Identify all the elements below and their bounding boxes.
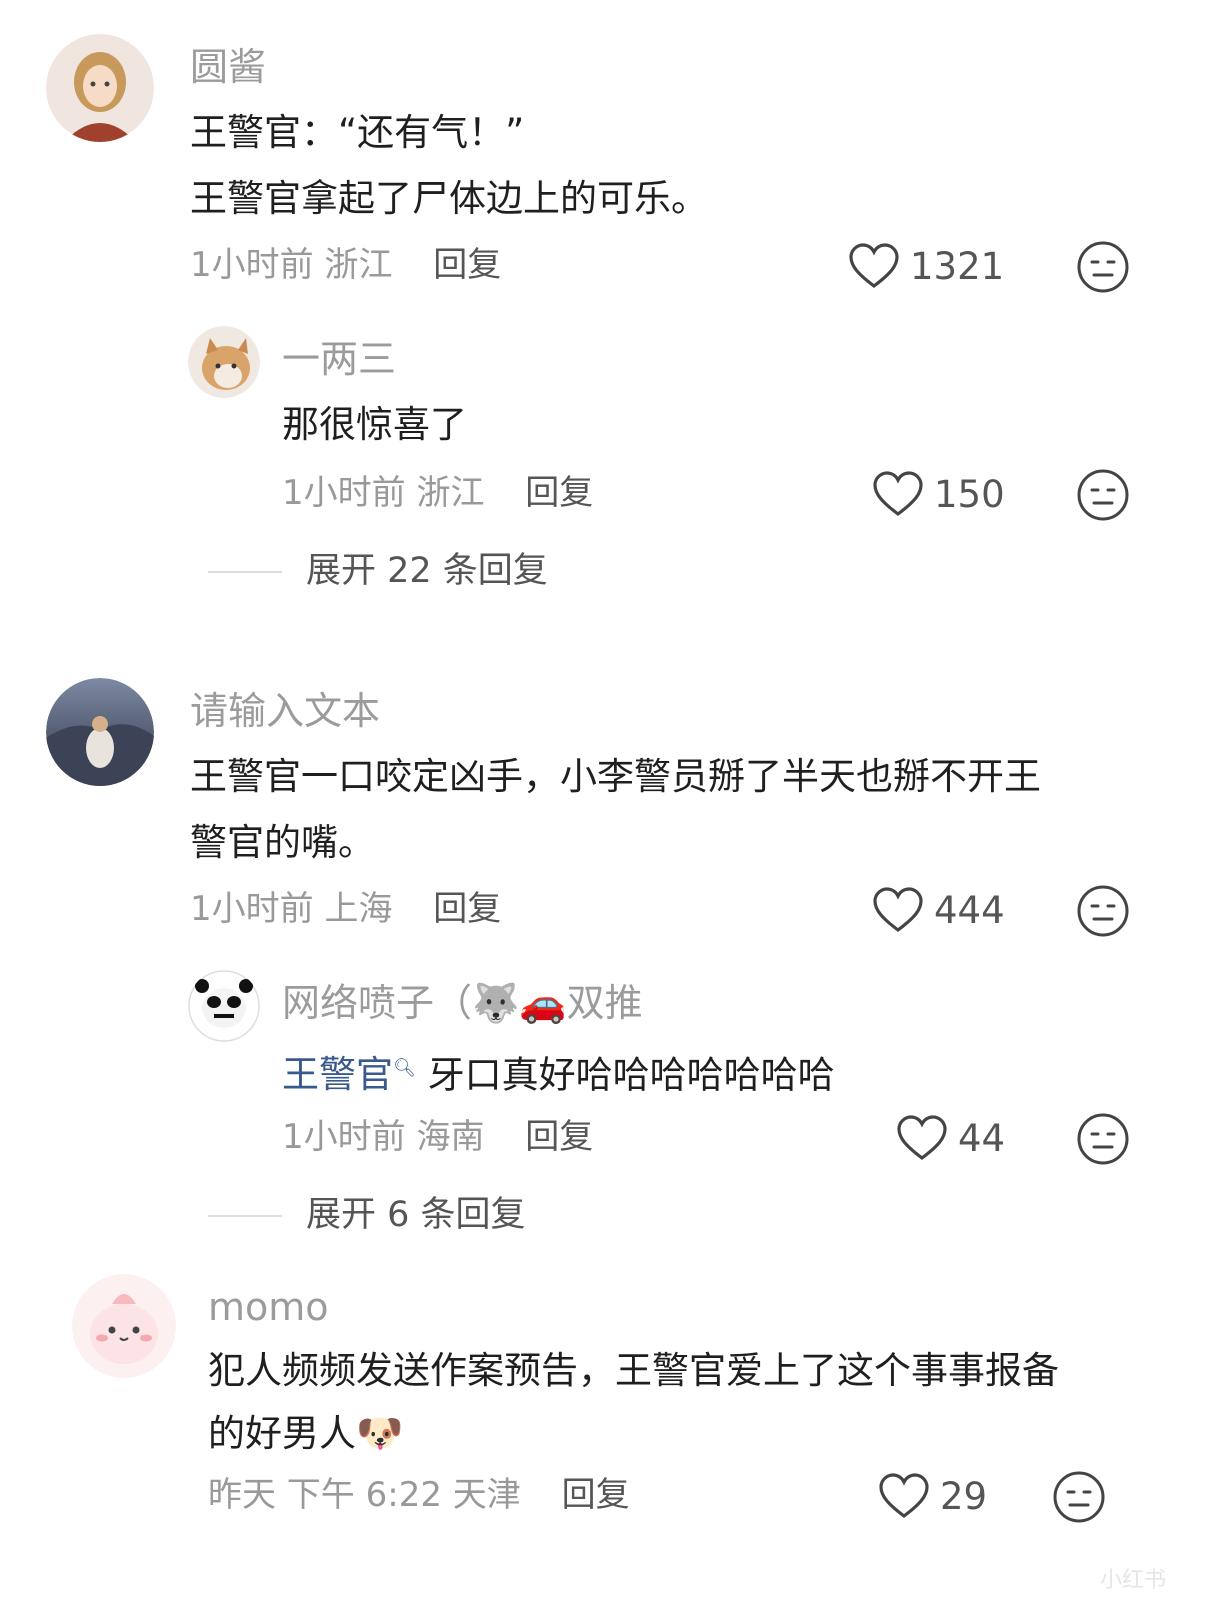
car-emoji: 🚗 [519,981,567,1025]
heart-outline-icon [897,1115,947,1161]
avatar[interactable] [46,34,154,142]
timestamp: 昨天 下午 6:22 [208,1475,442,1515]
comment-meta: 1小时前 上海 回复 [190,892,501,926]
reply-username[interactable]: 网络喷子（🐺🚗双推 [282,984,643,1022]
username[interactable]: 请输入文本 [190,692,380,730]
comment-text-line-1: 王警官一口咬定凶手，小李警员掰了半天也掰不开王 [190,755,1041,798]
search-icon: 🔍︎ [393,1058,416,1079]
dog-emoji: 🐶 [356,1411,404,1455]
like-count: 1321 [910,244,1005,288]
comment-text-line-1: 犯人频频发送作案预告，王警官爱上了这个事事报备 [208,1349,1059,1392]
reply-button[interactable]: 回复 [433,245,501,285]
reply-text: 王警官🔍︎ 牙口真好哈哈哈哈哈哈哈 [282,1036,835,1108]
dislike-button[interactable] [1076,884,1130,938]
timestamp: 1小时前 [282,473,406,513]
heart-outline-icon [873,887,923,933]
mention-label: 王警官 [282,1053,393,1097]
avatar[interactable] [72,1274,176,1378]
meh-face-icon [1077,885,1129,937]
mention-link[interactable]: 王警官🔍︎ [282,1053,416,1096]
dislike-button[interactable] [1076,240,1130,294]
divider [208,570,282,573]
location: 浙江 [416,473,485,513]
heart-outline-icon [879,1473,929,1519]
comment-text-line-1: 王警官：“还有气！” [190,111,525,154]
comment-text-line-2: 王警官拿起了尸体边上的可乐。 [190,177,708,220]
comment-meta: 昨天 下午 6:22 天津 回复 [208,1478,630,1512]
comment-text-line-2-body: 的好男人 [208,1412,356,1455]
expand-label: 展开 22 条回复 [306,551,548,591]
reply-meta: 1小时前 海南 回复 [282,1120,593,1154]
meh-face-icon [1077,1113,1129,1165]
avatar[interactable] [46,678,154,786]
reply-meta: 1小时前 浙江 回复 [282,476,593,510]
comment-text-line-2: 的好男人🐶 [208,1400,403,1467]
reply-avatar[interactable] [188,970,260,1042]
username[interactable]: 圆酱 [190,48,266,86]
expand-replies-button[interactable]: 展开 6 条回复 [208,1198,526,1233]
like-count: 150 [934,472,1005,516]
meh-face-icon [1053,1471,1105,1523]
reply-button[interactable]: 回复 [433,889,501,929]
like-button[interactable]: 29 [878,1472,987,1520]
meh-face-icon [1077,241,1129,293]
reply-button[interactable]: 回复 [525,1117,593,1157]
like-count: 444 [934,888,1005,932]
meh-face-icon [1077,469,1129,521]
reply-username-text: 网络喷子（ [282,981,473,1025]
reply-button[interactable]: 回复 [562,1475,630,1515]
divider [208,1214,282,1217]
location: 天津 [452,1475,521,1515]
dislike-button[interactable] [1052,1470,1106,1524]
location: 上海 [324,889,393,929]
reply-button[interactable]: 回复 [525,473,593,513]
like-button[interactable]: 444 [872,886,1005,934]
like-button[interactable]: 150 [872,470,1005,518]
timestamp: 1小时前 [190,889,314,929]
username[interactable]: momo [208,1288,329,1326]
reply-avatar[interactable] [188,326,260,398]
heart-outline-icon [849,243,899,289]
like-count: 44 [958,1116,1006,1160]
reply-text-body: 牙口真好哈哈哈哈哈哈哈 [415,1053,835,1097]
dislike-button[interactable] [1076,1112,1130,1166]
comment-meta: 1小时前 浙江 回复 [190,248,501,282]
location: 浙江 [324,245,393,285]
comment-text-line-2: 警官的嘴。 [190,821,375,864]
reply-username[interactable]: 一两三 [282,340,396,378]
location: 海南 [416,1117,485,1157]
dislike-button[interactable] [1076,468,1130,522]
expand-replies-button[interactable]: 展开 22 条回复 [208,554,548,589]
like-count: 29 [940,1474,988,1518]
like-button[interactable]: 44 [896,1114,1005,1162]
watermark: 小红书 [1099,1568,1166,1593]
timestamp: 1小时前 [190,245,314,285]
heart-outline-icon [873,471,923,517]
timestamp: 1小时前 [282,1117,406,1157]
like-button[interactable]: 1321 [848,242,1004,290]
reply-text: 那很惊喜了 [282,403,467,446]
wolf-emoji: 🐺 [472,981,520,1025]
reply-username-suffix: 双推 [566,981,643,1025]
expand-label: 展开 6 条回复 [306,1195,526,1235]
